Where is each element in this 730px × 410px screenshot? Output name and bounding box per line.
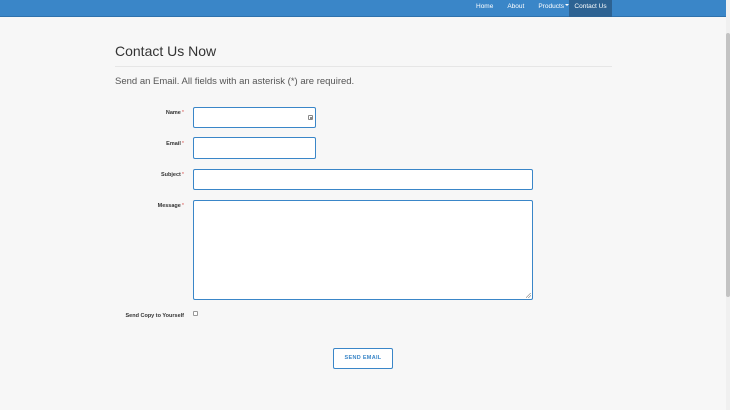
required-mark: * [181, 203, 184, 209]
nav-contact-us[interactable]: Contact Us [569, 0, 612, 17]
name-label: Name* [166, 110, 184, 116]
required-mark: * [181, 141, 184, 147]
name-label-text: Name [165, 110, 181, 116]
contact-card-icon[interactable] [308, 115, 313, 120]
message-label-text: Message [157, 203, 181, 209]
vertical-scrollbar[interactable] [726, 0, 730, 410]
message-textarea[interactable] [193, 200, 533, 300]
email-label: Email* [166, 141, 184, 147]
subject-label-text: Subject [160, 172, 181, 178]
nav-menu: Home About Products [469, 0, 576, 17]
subject-field[interactable] [193, 169, 533, 190]
send-email-button[interactable]: SEND EMAIL [333, 348, 393, 369]
required-mark: * [181, 110, 184, 116]
email-field[interactable] [193, 137, 316, 159]
nav-products-label: Products [538, 3, 564, 10]
name-field[interactable] [193, 107, 316, 128]
title-divider [115, 66, 612, 67]
nav-about[interactable]: About [500, 0, 531, 17]
send-copy-checkbox[interactable] [193, 311, 198, 316]
top-navbar: Home About Products Contact Us [0, 0, 726, 17]
send-copy-label: Send Copy to Yourself [125, 313, 184, 319]
nav-home[interactable]: Home [469, 0, 500, 17]
resize-handle-icon[interactable] [526, 293, 531, 298]
email-label-text: Email [166, 141, 181, 147]
page-title: Contact Us Now [115, 43, 217, 59]
form-instructions: Send an Email. All fields with an asteri… [115, 76, 355, 87]
required-mark: * [181, 172, 184, 178]
subject-label: Subject* [161, 172, 184, 178]
message-label: Message* [158, 203, 184, 209]
scrollbar-thumb[interactable] [726, 33, 730, 297]
